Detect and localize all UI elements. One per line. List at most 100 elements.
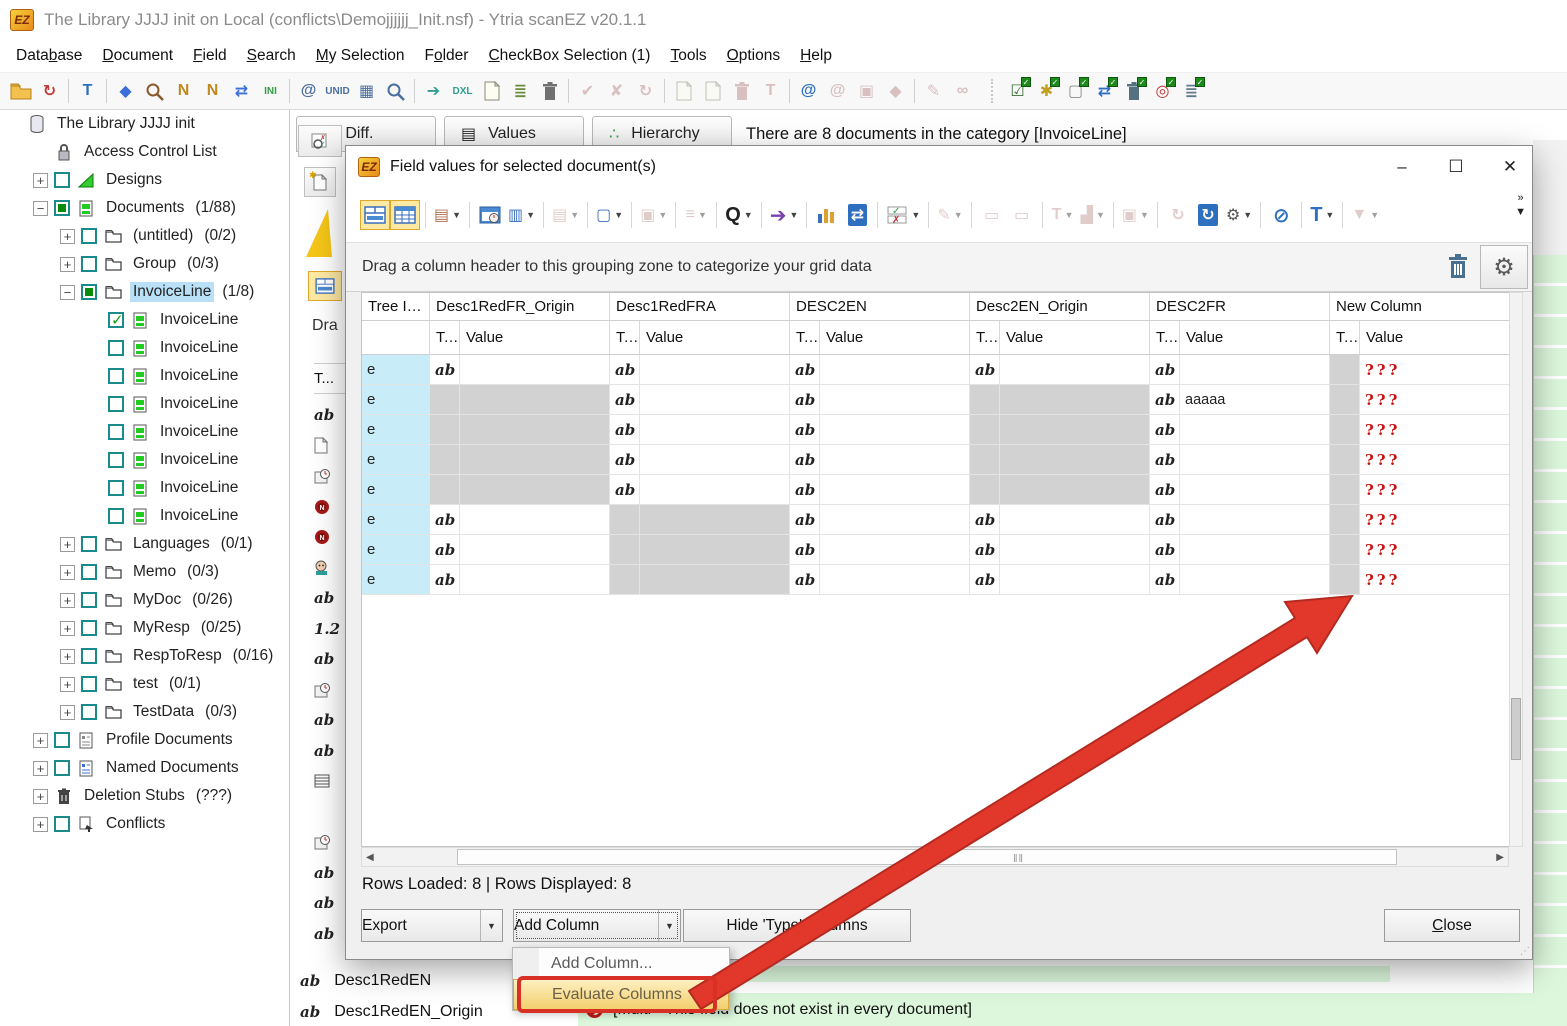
edit-notes-icon[interactable]: N bbox=[169, 77, 198, 105]
value-cell[interactable] bbox=[1000, 475, 1150, 504]
close-x-button[interactable]: ✕ bbox=[1488, 150, 1532, 184]
delete-disabled-icon[interactable] bbox=[727, 77, 756, 105]
menu-checkbox-selection-[interactable]: CheckBox Selection (1) bbox=[478, 42, 660, 70]
subheader-value[interactable]: Value bbox=[640, 321, 790, 354]
value-cell[interactable] bbox=[460, 535, 610, 564]
value-cell[interactable]: ??? bbox=[1360, 355, 1510, 384]
menu-search[interactable]: Search bbox=[237, 42, 306, 70]
hscroll-thumb[interactable]: ‖‖ bbox=[457, 849, 1397, 865]
tree-info-cell[interactable]: e bbox=[362, 475, 430, 504]
subheader-value[interactable]: Value bbox=[460, 321, 610, 354]
tree-item-access-control-list[interactable]: Access Control List bbox=[0, 138, 289, 166]
refresh-icon[interactable]: ↻ bbox=[35, 77, 64, 105]
value-cell[interactable] bbox=[1000, 445, 1150, 474]
tree-checkbox[interactable] bbox=[54, 760, 70, 776]
type-cell[interactable] bbox=[1330, 415, 1360, 444]
tree-info-cell[interactable]: e bbox=[362, 355, 430, 384]
tree-checkbox[interactable] bbox=[108, 396, 124, 412]
trash-check-icon[interactable]: ✓ bbox=[1119, 77, 1148, 105]
target-check-icon[interactable]: ◎✓ bbox=[1148, 77, 1177, 105]
grid-vertical-scrollbar[interactable] bbox=[1509, 292, 1523, 847]
tree-checkbox[interactable] bbox=[54, 200, 70, 216]
value-cell[interactable] bbox=[460, 355, 610, 384]
tree-item-invoiceline[interactable]: InvoiceLine bbox=[0, 502, 289, 530]
type-cell[interactable]: ab bbox=[1150, 385, 1180, 414]
subheader-value[interactable]: Value bbox=[1000, 321, 1150, 354]
value-cell[interactable]: ??? bbox=[1360, 505, 1510, 534]
swap-docs-icon[interactable]: ⇄ bbox=[227, 77, 256, 105]
column-list-icon[interactable]: ▤▼ bbox=[549, 200, 582, 230]
type-cell[interactable]: ab bbox=[1150, 535, 1180, 564]
tree-checkbox[interactable] bbox=[81, 704, 97, 720]
type-cell[interactable] bbox=[970, 445, 1000, 474]
tree-item-conflicts[interactable]: +Conflicts bbox=[0, 810, 289, 838]
resize-grip[interactable]: ⋰ bbox=[1520, 946, 1530, 957]
value-cell[interactable] bbox=[640, 505, 790, 534]
grid-horizontal-scrollbar[interactable]: ◀ ‖‖ ▶ bbox=[361, 847, 1509, 867]
tree-checkbox[interactable] bbox=[108, 508, 124, 524]
type-cell[interactable]: ab bbox=[790, 385, 820, 414]
type-cell[interactable]: ab bbox=[610, 445, 640, 474]
diamond-doc-icon[interactable]: ◆ bbox=[881, 77, 910, 105]
copy-icon[interactable]: ▣▼ bbox=[637, 200, 670, 230]
value-cell[interactable] bbox=[820, 535, 970, 564]
tree-checkbox[interactable] bbox=[81, 564, 97, 580]
type-cell[interactable] bbox=[1330, 535, 1360, 564]
column-header-desc2fr[interactable]: DESC2FR bbox=[1150, 293, 1330, 320]
value-cell[interactable] bbox=[640, 565, 790, 594]
menu-folder[interactable]: Folder bbox=[415, 42, 479, 70]
value-cell[interactable]: ??? bbox=[1360, 445, 1510, 474]
columns-icon[interactable]: ▥▼ bbox=[505, 200, 538, 230]
value-cell[interactable] bbox=[1180, 505, 1330, 534]
value-cell[interactable] bbox=[820, 355, 970, 384]
row-delete-icon[interactable]: ↻ bbox=[1163, 200, 1193, 230]
type-cell[interactable]: ab bbox=[970, 355, 1000, 384]
type-cell[interactable]: ab bbox=[430, 535, 460, 564]
export-icon[interactable]: ➔▼ bbox=[767, 200, 802, 230]
window-refresh-icon[interactable]: ↻ bbox=[1193, 200, 1223, 230]
value-cell[interactable] bbox=[820, 445, 970, 474]
search-icon[interactable]: Q▼ bbox=[722, 200, 755, 230]
type-cell[interactable] bbox=[970, 385, 1000, 414]
delete-doc-icon[interactable] bbox=[535, 77, 564, 105]
menu-my-selection[interactable]: My Selection bbox=[306, 42, 415, 70]
at-disabled-icon[interactable]: @ bbox=[823, 77, 852, 105]
expand-icon[interactable]: + bbox=[60, 621, 75, 636]
value-cell[interactable] bbox=[1180, 355, 1330, 384]
column-header-desc2en[interactable]: DESC2EN bbox=[790, 293, 970, 320]
value-cell[interactable] bbox=[1180, 475, 1330, 504]
type-cell[interactable] bbox=[430, 415, 460, 444]
collapse-icon[interactable]: − bbox=[60, 285, 75, 300]
grid-settings-button[interactable]: ⚙ bbox=[1480, 245, 1528, 289]
tree-item-profile-documents[interactable]: +Profile Documents bbox=[0, 726, 289, 754]
tree-item-designs[interactable]: +Designs bbox=[0, 166, 289, 194]
swap-window-icon[interactable]: ⇄ bbox=[842, 200, 872, 230]
type-cell[interactable]: ab bbox=[790, 415, 820, 444]
no-refresh-icon[interactable]: ⊘ bbox=[1266, 200, 1296, 230]
subheader-type[interactable]: T... bbox=[970, 321, 1000, 354]
subheader-type[interactable]: T... bbox=[790, 321, 820, 354]
value-cell[interactable] bbox=[1000, 385, 1150, 414]
type-cell[interactable]: ab bbox=[430, 505, 460, 534]
checkbox-report-icon[interactable]: ☑✓ bbox=[1003, 77, 1032, 105]
tree-item-test[interactable]: +test(0/1) bbox=[0, 670, 289, 698]
expand-icon[interactable]: + bbox=[60, 257, 75, 272]
value-cell[interactable]: aaaaa bbox=[1180, 385, 1330, 414]
value-cell[interactable] bbox=[1000, 535, 1150, 564]
grid-data-row[interactable]: eabababaaaaa??? bbox=[362, 385, 1509, 415]
menu-document[interactable]: Document bbox=[92, 42, 183, 70]
add-column-dropdown-arrow[interactable]: ▼ bbox=[658, 910, 680, 941]
tree-item-invoiceline[interactable]: InvoiceLine bbox=[0, 334, 289, 362]
type-cell[interactable]: ab bbox=[790, 565, 820, 594]
list-at-icon[interactable]: @ bbox=[794, 77, 823, 105]
tree-item-invoiceline[interactable]: InvoiceLine bbox=[0, 306, 289, 334]
grid-data-row[interactable]: eababab??? bbox=[362, 415, 1509, 445]
type-cell[interactable] bbox=[1330, 355, 1360, 384]
new-list-icon[interactable]: ≣ bbox=[506, 77, 535, 105]
expand-icon[interactable]: + bbox=[60, 229, 75, 244]
search-results-button[interactable]: ✗✓ bbox=[298, 125, 342, 157]
type-cell[interactable]: ab bbox=[610, 415, 640, 444]
expand-icon[interactable]: + bbox=[60, 537, 75, 552]
grid-data-row[interactable]: eabababab??? bbox=[362, 505, 1509, 535]
tree-item--untitled-[interactable]: +(untitled)(0/2) bbox=[0, 222, 289, 250]
